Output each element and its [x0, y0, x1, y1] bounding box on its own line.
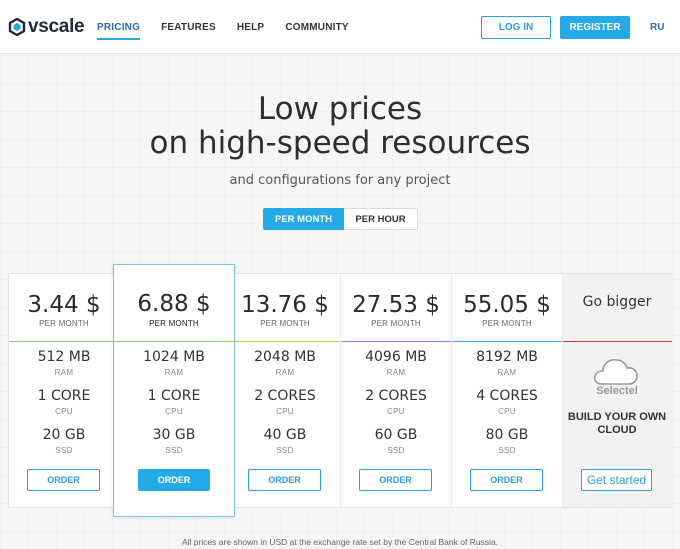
plan-ram-label: RAM	[497, 368, 517, 377]
plan-ssd-value: 40 GB	[263, 427, 307, 443]
nav-help[interactable]: HELP	[237, 22, 264, 40]
plan-card: 13.76 $ PER MONTH 2048 MB RAM 2 CORES CP…	[230, 274, 340, 507]
plan-cpu-label: CPU	[55, 407, 73, 416]
plan-color-bar	[9, 341, 119, 342]
plan-ssd-label: SSD	[387, 446, 405, 455]
hero-subtitle: and configurations for any project	[229, 173, 451, 188]
plan-ram-label: RAM	[275, 368, 295, 377]
hero-title: Low prices on high-speed resources	[0, 92, 680, 160]
plan-card-featured: 6.88 $ PER MONTH 1024 MB RAM 1 CORE CPU …	[113, 264, 235, 517]
order-button[interactable]: ORDER	[359, 469, 432, 491]
vscale-logo-icon	[8, 17, 26, 37]
plan-cpu-value: 1 CORE	[147, 388, 201, 404]
hero-title-line1: Low prices	[257, 91, 423, 127]
plan-color-bar	[452, 341, 562, 342]
pricing-footnote: All prices are shown in USD at the excha…	[181, 537, 499, 547]
plan-ssd-value: 30 GB	[152, 427, 196, 443]
plan-ssd-value: 80 GB	[485, 427, 529, 443]
plan-card: 55.05 $ PER MONTH 8192 MB RAM 4 CORES CP…	[452, 274, 562, 507]
pricing-table: 3.44 $ PER MONTH 512 MB RAM 1 CORE CPU 2…	[8, 273, 672, 508]
plan-cpu-label: CPU	[498, 407, 516, 416]
billing-period-toggle: PER MONTH PER HOUR	[263, 208, 418, 230]
language-switch[interactable]: RU	[650, 22, 664, 33]
plan-color-bar	[114, 341, 234, 342]
plan-period: PER MONTH	[149, 319, 199, 328]
hero-title-line2: on high-speed resources	[149, 125, 531, 161]
plan-ram-value: 8192 MB	[476, 349, 538, 365]
plan-card: 3.44 $ PER MONTH 512 MB RAM 1 CORE CPU 2…	[9, 274, 119, 507]
top-header: vscale PRICING FEATURES HELP COMMUNITY L…	[0, 0, 680, 54]
plan-ram-label: RAM	[54, 368, 74, 377]
column-divider	[562, 274, 563, 507]
plan-ssd-value: 60 GB	[374, 427, 418, 443]
go-bigger-description: BUILD YOUR OWN CLOUD	[562, 411, 672, 437]
nav-community[interactable]: COMMUNITY	[285, 22, 348, 40]
plan-period: PER MONTH	[39, 319, 89, 328]
plan-price: 6.88 $	[137, 291, 211, 317]
plan-color-bar	[230, 341, 340, 342]
plan-card: 27.53 $ PER MONTH 4096 MB RAM 2 CORES CP…	[341, 274, 451, 507]
plan-ram-value: 2048 MB	[254, 349, 316, 365]
selectel-brand: Selectel	[596, 385, 638, 397]
plan-ram-label: RAM	[164, 368, 184, 377]
plan-cpu-value: 1 CORE	[37, 388, 91, 404]
plan-cpu-value: 2 CORES	[254, 388, 316, 404]
logo-text: vscale	[28, 16, 85, 37]
nav-features[interactable]: FEATURES	[161, 22, 216, 40]
order-button-featured[interactable]: ORDER	[138, 469, 210, 491]
plan-price: 13.76 $	[241, 292, 329, 318]
toggle-per-month[interactable]: PER MONTH	[263, 208, 344, 230]
go-bigger-desc-line2: CLOUD	[597, 424, 637, 436]
plan-ssd-label: SSD	[165, 446, 183, 455]
get-started-button[interactable]: Get started	[581, 469, 652, 491]
plan-price: 55.05 $	[463, 292, 551, 318]
plan-price: 3.44 $	[27, 292, 101, 318]
plan-ram-label: RAM	[386, 368, 406, 377]
order-button[interactable]: ORDER	[248, 469, 321, 491]
order-button[interactable]: ORDER	[470, 469, 543, 491]
plan-cpu-label: CPU	[165, 407, 183, 416]
nav-pricing[interactable]: PRICING	[97, 22, 141, 40]
plan-color-bar	[341, 341, 451, 342]
plan-period: PER MONTH	[371, 319, 421, 328]
plan-ram-value: 512 MB	[37, 349, 91, 365]
plan-cpu-label: CPU	[387, 407, 405, 416]
plan-ram-value: 1024 MB	[143, 349, 205, 365]
plan-cpu-label: CPU	[276, 407, 294, 416]
plan-ram-value: 4096 MB	[365, 349, 427, 365]
vscale-logo[interactable]: vscale	[8, 16, 85, 38]
plan-price: 27.53 $	[352, 292, 440, 318]
go-bigger-card: Go bigger Selectel BUILD YOUR OWN CLOUD …	[562, 274, 672, 507]
go-bigger-desc-line1: BUILD YOUR OWN	[567, 411, 667, 423]
plan-period: PER MONTH	[260, 319, 310, 328]
go-bigger-title: Go bigger	[582, 294, 652, 310]
plan-cpu-value: 4 CORES	[476, 388, 538, 404]
plan-period: PER MONTH	[482, 319, 532, 328]
plan-ssd-value: 20 GB	[42, 427, 86, 443]
plan-cpu-value: 2 CORES	[365, 388, 427, 404]
toggle-per-hour[interactable]: PER HOUR	[344, 208, 418, 230]
login-button[interactable]: LOG IN	[481, 16, 551, 39]
plan-ssd-label: SSD	[276, 446, 294, 455]
order-button[interactable]: ORDER	[27, 469, 100, 491]
register-button[interactable]: REGISTER	[560, 16, 630, 39]
plan-ssd-label: SSD	[498, 446, 516, 455]
main-nav: PRICING FEATURES HELP COMMUNITY	[97, 22, 349, 40]
plan-ssd-label: SSD	[55, 446, 73, 455]
go-bigger-color-bar	[562, 341, 672, 342]
